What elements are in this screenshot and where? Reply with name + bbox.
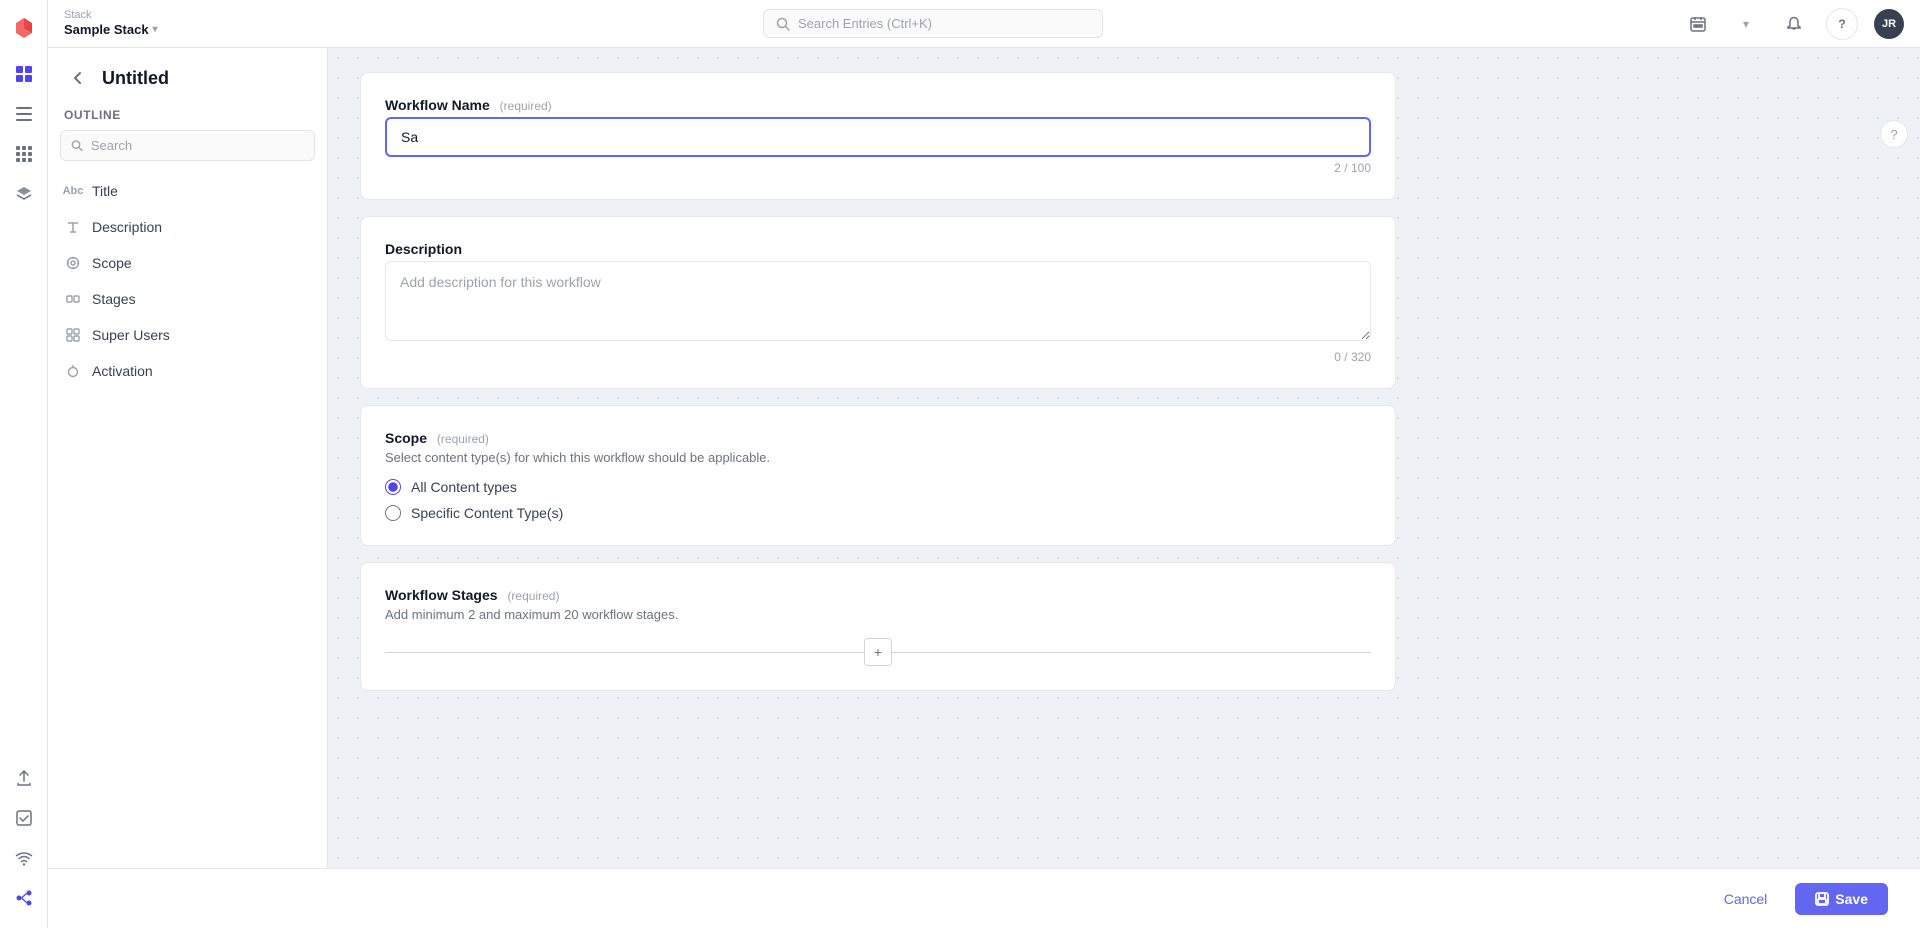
nav-check-icon[interactable] <box>6 800 42 836</box>
outline-label: Outline <box>48 108 327 130</box>
sidebar-header: Untitled <box>48 64 327 108</box>
app-logo[interactable] <box>8 12 40 44</box>
sidebar-stages-label: Stages <box>92 291 136 307</box>
help-icon[interactable]: ? <box>1826 8 1858 40</box>
sidebar-title: Untitled <box>102 68 169 89</box>
sidebar-search-input[interactable] <box>91 138 304 153</box>
nav-layers-icon[interactable] <box>6 176 42 212</box>
description-charcount: 0 / 320 <box>385 350 1371 364</box>
scope-title: Scope (required) <box>385 430 1371 446</box>
radio-specific-content-type[interactable]: Specific Content Type(s) <box>385 505 1371 521</box>
bottom-bar: Cancel Save <box>48 868 1920 928</box>
sidebar-description-label: Description <box>92 219 162 235</box>
stages-subtitle: Add minimum 2 and maximum 20 workflow st… <box>385 607 1371 622</box>
stages-line-left <box>385 652 864 653</box>
radio-all-content-types[interactable]: All Content types <box>385 479 1371 495</box>
sidebar-item-description[interactable]: Description <box>48 209 327 245</box>
scope-radio-group: All Content types Specific Content Type(… <box>385 479 1371 521</box>
workflow-name-required: (required) <box>500 99 552 113</box>
sidebar-item-title[interactable]: Abc Title <box>48 173 327 209</box>
workflow-name-title: Workflow Name (required) <box>385 97 1371 113</box>
abc-icon: Abc <box>64 182 82 200</box>
calendar-button[interactable] <box>1682 8 1714 40</box>
stages-line-right <box>892 652 1371 653</box>
scope-subtitle: Select content type(s) for which this wo… <box>385 450 1371 465</box>
global-search-bar[interactable]: Search Entries (Ctrl+K) <box>196 9 1670 38</box>
sidebar-search[interactable] <box>60 130 315 161</box>
stages-title: Workflow Stages (required) <box>385 587 1371 603</box>
stack-info[interactable]: Stack Sample Stack ▾ <box>64 9 184 38</box>
scope-icon <box>64 254 82 272</box>
dropdown-button[interactable]: ▾ <box>1730 8 1762 40</box>
sidebar-activation-label: Activation <box>92 363 153 379</box>
icon-rail <box>0 0 48 928</box>
sidebar-item-superusers[interactable]: Super Users <box>48 317 327 353</box>
nav-flow-icon[interactable] <box>6 880 42 916</box>
content-area: Untitled Outline Abc Title <box>48 48 1920 928</box>
radio-all-input[interactable] <box>385 479 401 495</box>
radio-specific-input[interactable] <box>385 505 401 521</box>
radio-all-label: All Content types <box>411 479 517 495</box>
search-placeholder: Search Entries (Ctrl+K) <box>798 16 932 31</box>
cancel-button[interactable]: Cancel <box>1708 883 1784 915</box>
text-icon <box>64 218 82 236</box>
notification-bell-icon[interactable] <box>1778 8 1810 40</box>
save-label: Save <box>1835 891 1868 907</box>
nav-dashboard-icon[interactable] <box>6 56 42 92</box>
scope-section: Scope (required) Select content type(s) … <box>360 405 1396 546</box>
save-button[interactable]: Save <box>1795 883 1888 915</box>
scope-required: (required) <box>437 432 489 446</box>
nav-upload-icon[interactable] <box>6 760 42 796</box>
stages-add-button[interactable]: + <box>864 638 892 666</box>
stages-icon <box>64 290 82 308</box>
main-content: Workflow Name (required) 2 / 100 Descrip… <box>328 48 1920 928</box>
chevron-down-icon: ▾ <box>153 24 158 36</box>
stack-name[interactable]: Sample Stack ▾ <box>64 22 184 38</box>
stages-section: Workflow Stages (required) Add minimum 2… <box>360 562 1396 691</box>
activation-icon <box>64 362 82 380</box>
description-textarea[interactable] <box>385 261 1371 341</box>
superusers-icon <box>64 326 82 344</box>
radio-specific-label: Specific Content Type(s) <box>411 505 563 521</box>
sidebar-superusers-label: Super Users <box>92 327 170 343</box>
nav-list-icon[interactable] <box>6 96 42 132</box>
workflow-name-charcount: 2 / 100 <box>385 161 1371 175</box>
sidebar-title-label: Title <box>92 183 118 199</box>
nav-grid-icon[interactable] <box>6 136 42 172</box>
description-title: Description <box>385 241 1371 257</box>
topbar: Stack Sample Stack ▾ Search Entries (Ctr… <box>48 0 1920 48</box>
nav-wifi-icon[interactable] <box>6 840 42 876</box>
sidebar-item-stages[interactable]: Stages <box>48 281 327 317</box>
floating-help-icon[interactable]: ? <box>1880 120 1908 148</box>
user-avatar[interactable]: JR <box>1874 9 1904 39</box>
back-button[interactable] <box>64 64 92 92</box>
workflow-name-input[interactable] <box>385 117 1371 157</box>
description-section: Description 0 / 320 <box>360 216 1396 389</box>
sidebar-item-scope[interactable]: Scope <box>48 245 327 281</box>
sidebar-item-activation[interactable]: Activation <box>48 353 327 389</box>
stages-line: + <box>385 638 1371 666</box>
stages-required: (required) <box>507 589 559 603</box>
sidebar: Untitled Outline Abc Title <box>48 48 328 928</box>
topbar-actions: ▾ ? JR <box>1682 8 1904 40</box>
sidebar-scope-label: Scope <box>92 255 132 271</box>
workflow-name-section: Workflow Name (required) 2 / 100 <box>360 72 1396 200</box>
stack-label: Stack <box>64 9 184 22</box>
